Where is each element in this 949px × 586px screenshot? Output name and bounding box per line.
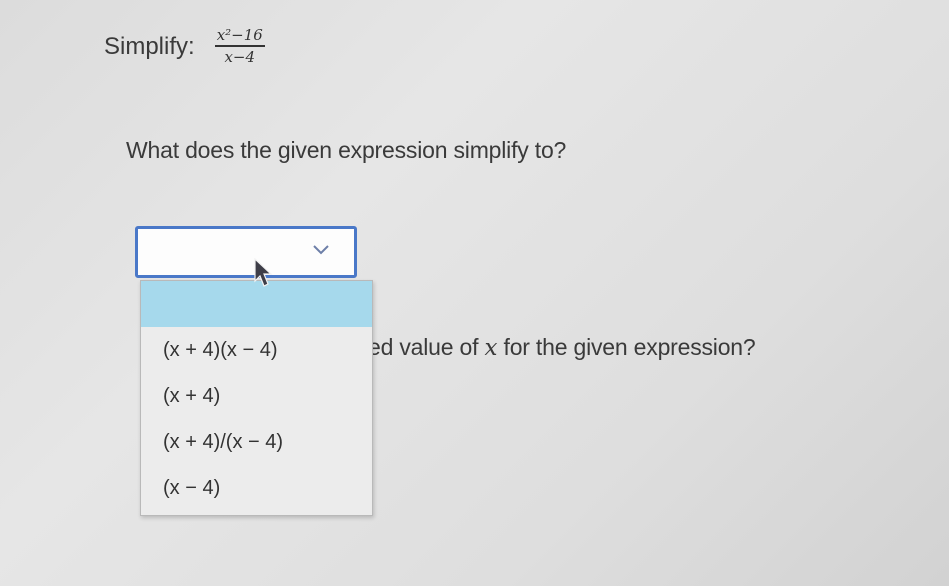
question-2-text: ed value of x for the given expression?: [368, 334, 756, 361]
question-2-variable: x: [484, 335, 498, 361]
problem-statement: Simplify: x²−16 x−4: [104, 28, 265, 65]
dropdown-option-4[interactable]: (x − 4): [141, 465, 372, 511]
dropdown-option-2[interactable]: (x + 4): [141, 373, 372, 419]
question-2-text-end: for the given expression?: [497, 334, 756, 360]
question-1-text: What does the given expression simplify …: [126, 137, 567, 163]
answer-dropdown[interactable]: [135, 226, 357, 278]
chevron-down-icon: [313, 245, 329, 255]
fraction-denominator: x−4: [224, 48, 256, 66]
dropdown-options-list[interactable]: (x + 4)(x − 4) (x + 4) (x + 4)/(x − 4) (…: [140, 280, 373, 516]
dropdown-option-1[interactable]: (x + 4)(x − 4): [141, 327, 372, 373]
mouse-pointer-icon: [254, 258, 273, 287]
simplify-label: Simplify:: [104, 32, 195, 60]
fraction-expression: x²−16 x−4: [214, 28, 265, 66]
fraction-numerator: x²−16: [214, 28, 265, 47]
question-2-text-start: ed value of: [368, 334, 485, 360]
dropdown-option-3[interactable]: (x + 4)/(x − 4): [141, 419, 372, 465]
